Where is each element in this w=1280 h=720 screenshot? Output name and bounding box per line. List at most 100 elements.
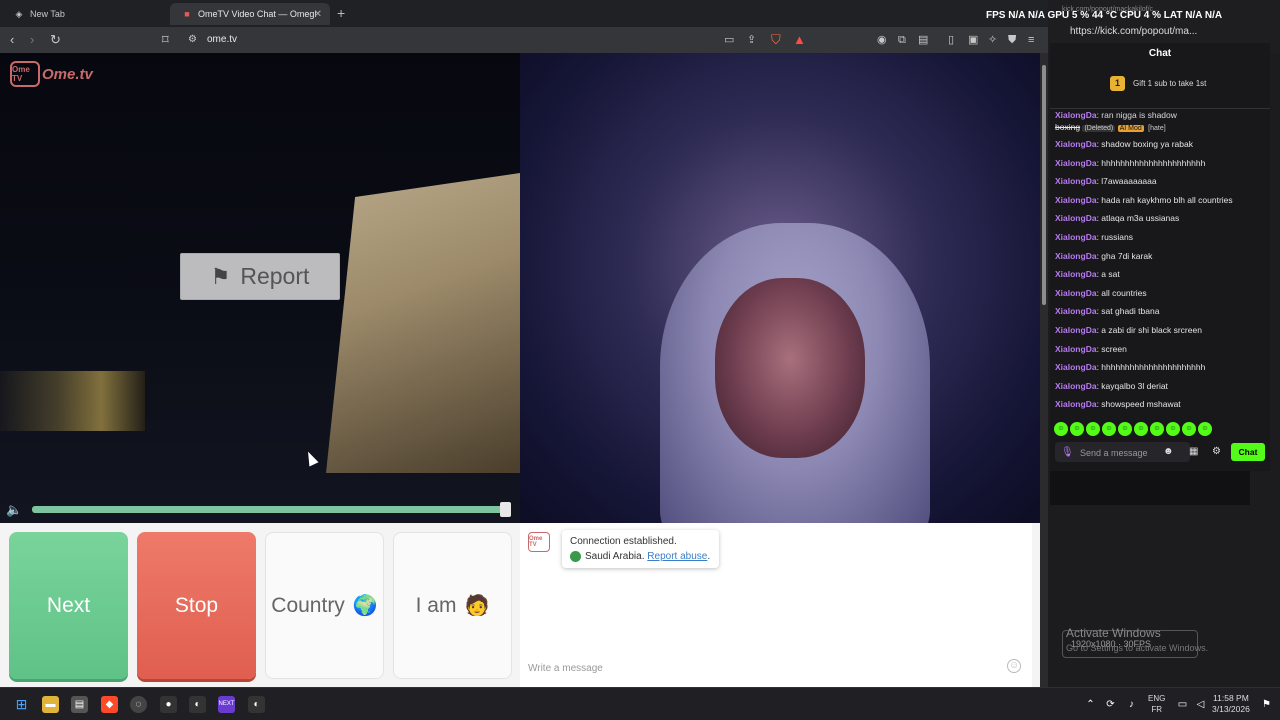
store-icon[interactable]: ▤ — [71, 696, 88, 713]
chat-username[interactable]: XialongDa — [1055, 381, 1097, 391]
status-line: Connection established. — [570, 536, 677, 547]
chat-text: a sat — [1101, 269, 1120, 280]
emote-icon[interactable]: ☺ — [1198, 422, 1212, 436]
app-icon[interactable]: ◐ — [248, 696, 265, 713]
notification-icon[interactable]: ⚑ — [1258, 696, 1275, 713]
tray-chevron-icon[interactable]: ⌃ — [1082, 696, 1099, 713]
leo-icon[interactable]: ✧ — [988, 32, 997, 48]
wallet-icon[interactable]: ▣ — [968, 32, 978, 48]
chat-message-deleted-line2: boxing (Deleted) AI Mod [hate] — [1055, 122, 1166, 132]
vpn-icon[interactable]: ⛊ — [1008, 32, 1016, 48]
control-panel: Next Stop Country 🌍 I am 🧑 Ome TV Connec… — [0, 523, 1040, 687]
emote-icon[interactable]: ☺ — [1102, 422, 1116, 436]
chat-username[interactable]: XialongDa — [1055, 362, 1097, 372]
share-icon[interactable]: ⇪ — [747, 32, 756, 48]
speaker-icon[interactable]: ◁ — [1192, 696, 1209, 713]
emote-bar: ☺ ☺ ☺ ☺ ☺ ☺ ☺ ☺ ☺ ☺ — [1054, 422, 1212, 436]
tab-label: New Tab — [30, 9, 65, 19]
report-abuse-link[interactable]: Report abuse — [647, 551, 707, 562]
brave-rewards-icon[interactable]: ▲ — [793, 32, 806, 48]
chat-username[interactable]: XialongDa — [1055, 176, 1097, 186]
chat-username[interactable]: XialongDa — [1055, 139, 1097, 149]
chat-message: XialongDa: sat ghadi tbana — [1055, 306, 1160, 317]
next-app-icon[interactable]: NEXT — [218, 696, 235, 713]
page-scrollbar-thumb[interactable] — [1042, 65, 1046, 305]
chat-username[interactable]: XialongDa — [1055, 158, 1097, 168]
emote-icon[interactable]: ☺ — [1182, 422, 1196, 436]
obs-icon[interactable]: ● — [160, 696, 177, 713]
language-indicator[interactable]: ENG FR — [1148, 693, 1165, 715]
sidebar-icon[interactable]: ▯ — [948, 32, 954, 48]
volume-slider-thumb[interactable] — [500, 502, 511, 517]
tab-new-tab[interactable]: ◈ New Tab — [2, 3, 162, 25]
emote-icon[interactable]: ☺ — [1070, 422, 1084, 436]
next-button[interactable]: Next — [9, 532, 128, 679]
tab-ometv[interactable]: ■ OmeTV Video Chat — Omegl ✕ — [170, 3, 330, 25]
report-button[interactable]: ⚑ Report — [180, 253, 340, 300]
chat-text: a zabi dir shi black srcreen — [1101, 325, 1202, 335]
brave-shield-icon[interactable]: ⛉ — [771, 32, 781, 48]
volume-slider[interactable] — [32, 506, 510, 513]
stop-button[interactable]: Stop — [137, 532, 256, 679]
site-info-icon[interactable]: ⚙ — [188, 32, 197, 48]
reload-icon[interactable]: ↻ — [50, 32, 61, 48]
chat-message: XialongDa: a zabi dir shi black srcreen — [1055, 325, 1202, 335]
new-tab-icon[interactable]: + — [337, 5, 345, 21]
windows-start-icon[interactable]: ⊞ — [13, 696, 30, 713]
emote-icon[interactable]: ☺ — [1054, 422, 1068, 436]
app-icon[interactable]: ◐ — [189, 696, 206, 713]
cast-icon[interactable]: ▭ — [724, 32, 734, 48]
settings-icon[interactable]: ⚙ — [1212, 446, 1221, 457]
message-input[interactable]: Write a message — [528, 663, 603, 674]
emote-icon[interactable]: ☺ — [1166, 422, 1180, 436]
person-icon: 🧑 — [464, 595, 490, 617]
bookmark-icon[interactable]: ⌑ — [162, 32, 169, 48]
reader-icon[interactable]: ▤ — [918, 32, 928, 48]
network-icon[interactable]: ▭ — [1174, 696, 1191, 713]
chat-send-button[interactable]: Chat — [1231, 443, 1265, 461]
kick-url-text[interactable]: https://kick.com/popout/ma... — [1070, 26, 1197, 37]
extensions-icon[interactable]: ⧉ — [898, 32, 906, 48]
url-text[interactable]: ome.tv — [207, 34, 237, 45]
back-icon[interactable]: ‹ — [10, 32, 14, 48]
emote-icon[interactable]: ☺ — [1150, 422, 1164, 436]
volume-icon[interactable]: 🔈 — [6, 502, 22, 518]
tray-sync-icon[interactable]: ⟳ — [1102, 696, 1119, 713]
mic-icon[interactable]: 🎙 — [1061, 447, 1074, 458]
chat-username[interactable]: XialongDa — [1055, 344, 1097, 354]
chat-username[interactable]: XialongDa — [1055, 399, 1097, 409]
emoji-picker-icon[interactable]: ☻ — [1163, 446, 1174, 457]
emote-icon[interactable]: ☺ — [1086, 422, 1100, 436]
remote-video — [520, 53, 1040, 523]
chat-username[interactable]: XialongDa — [1055, 213, 1097, 223]
tray-mic-icon[interactable]: ♪ — [1123, 696, 1140, 713]
chat-username[interactable]: XialongDa — [1055, 288, 1097, 298]
emoji-icon[interactable]: ☺ — [1007, 659, 1021, 673]
gift-banner[interactable]: 1 Gift 1 sub to take 1st — [1110, 76, 1206, 91]
forward-icon[interactable]: › — [30, 32, 34, 48]
chat-username[interactable]: XialongDa — [1055, 251, 1097, 261]
app-icon[interactable]: ◌ — [130, 696, 147, 713]
desktop-background — [1048, 505, 1280, 687]
menu-icon[interactable]: ≡ — [1028, 32, 1034, 48]
emote-icon[interactable]: ☺ — [1118, 422, 1132, 436]
chat-message: XialongDa: russians — [1055, 232, 1133, 242]
close-icon[interactable]: ✕ — [314, 9, 322, 20]
chat-username[interactable]: XialongDa — [1055, 269, 1097, 279]
video-person-face — [715, 278, 865, 458]
country-button[interactable]: Country 🌍 — [265, 532, 384, 679]
chat-username[interactable]: XialongDa — [1055, 306, 1097, 316]
chat-username[interactable]: XialongDa — [1055, 232, 1097, 242]
shield-icon[interactable]: ◉ — [877, 32, 887, 48]
brave-browser-icon[interactable]: ◆ — [101, 696, 118, 713]
chat-text: l7awaaaaaaaa — [1101, 176, 1157, 187]
chat-username[interactable]: XialongDa — [1055, 195, 1097, 205]
gift-shop-icon[interactable]: ▦ — [1189, 446, 1198, 457]
file-explorer-icon[interactable]: ▬ — [42, 696, 59, 713]
chat-username[interactable]: XialongDa — [1055, 325, 1097, 335]
clock[interactable]: 11:58 PM 3/13/2026 — [1212, 693, 1250, 715]
gender-button[interactable]: I am 🧑 — [393, 532, 512, 679]
chat-text: screen — [1101, 343, 1127, 354]
chat-text: atlaqa m3a ussianas — [1101, 213, 1180, 224]
emote-icon[interactable]: ☺ — [1134, 422, 1148, 436]
